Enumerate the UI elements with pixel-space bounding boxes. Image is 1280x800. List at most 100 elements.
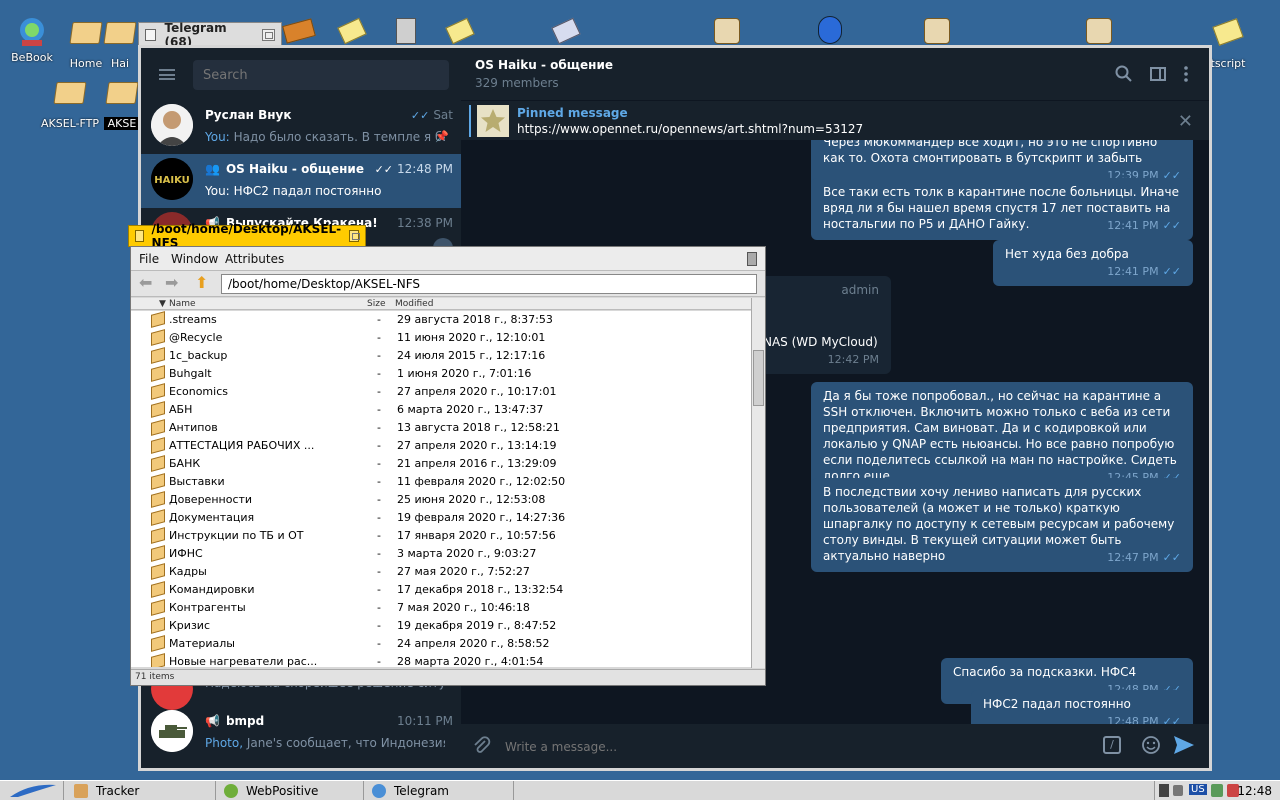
tray-app-icon[interactable] — [1211, 784, 1223, 797]
commands-icon[interactable]: / — [1103, 736, 1121, 754]
message-text: NAS (WD MyCloud) — [763, 335, 878, 349]
sidebar-toggle-icon[interactable] — [1149, 65, 1167, 83]
desktop-icon-haiku[interactable]: Hai — [100, 16, 140, 70]
menu-attributes[interactable]: Attributes — [225, 252, 284, 266]
group-icon: 👥 — [205, 162, 220, 176]
message-time: 12:41 PM ✓✓ — [1107, 219, 1181, 232]
message-time: 12:47 PM ✓✓ — [1107, 551, 1181, 564]
column-name[interactable]: Name — [169, 299, 196, 309]
telegram-window-tab[interactable]: Telegram (68) — [138, 21, 282, 49]
zoom-window-button[interactable] — [261, 28, 275, 41]
sender-role: admin — [841, 283, 879, 297]
task-telegram[interactable]: Telegram — [364, 781, 514, 800]
desktop-icon-server[interactable] — [396, 18, 416, 44]
file-row[interactable]: Антипов -13 августа 2018 г., 12:58:21 — [131, 419, 751, 437]
file-row[interactable]: АТТЕСТАЦИЯ РАБОЧИХ ... -27 апреля 2020 г.… — [131, 437, 751, 455]
task-webpositive[interactable]: WebPositive — [216, 781, 364, 800]
desktop-icon-label: Hai — [110, 57, 130, 70]
desktop-icon-app[interactable] — [924, 18, 950, 44]
column-size[interactable]: Size — [367, 299, 385, 309]
desktop-icon-aksel-nfs[interactable]: AKSE — [104, 76, 140, 130]
menu-window[interactable]: Window — [171, 252, 218, 266]
send-icon[interactable] — [1173, 735, 1195, 758]
chat-item[interactable]: Руслан Внук ✓✓ Sat You: Надо было сказать… — [141, 100, 461, 154]
file-row[interactable]: АБН -6 марта 2020 г., 13:47:37 — [131, 401, 751, 419]
desktop-icon-note[interactable] — [445, 17, 475, 45]
message-bubble: Да я бы тоже попробовал., но сейчас на к… — [811, 382, 1193, 492]
file-row[interactable]: Economics -27 апреля 2020 г., 10:17:01 — [131, 383, 751, 401]
more-menu-icon[interactable] — [1177, 65, 1195, 83]
forward-arrow-icon[interactable]: ➡ — [165, 273, 178, 292]
search-input[interactable] — [193, 60, 449, 90]
file-row[interactable]: Выставки -11 февраля 2020 г., 12:02:50 — [131, 473, 751, 491]
pinned-message-bar[interactable]: Pinned message https://www.opennet.ru/op… — [461, 100, 1209, 140]
pinned-text: https://www.opennet.ru/opennews/art.shtm… — [517, 122, 864, 136]
tracker-window-tab[interactable]: /boot/home/Desktop/AKSEL-NFS — [128, 222, 366, 250]
haiku-leaf-menu-icon[interactable] — [0, 781, 64, 800]
file-row[interactable]: Buhgalt -1 июня 2020 г., 7:01:16 — [131, 365, 751, 383]
desktop-icon-bootscript[interactable]: tscript — [1208, 16, 1248, 70]
file-row[interactable]: ИФНС -3 марта 2020 г., 9:03:27 — [131, 545, 751, 563]
file-row[interactable]: Командировки -17 декабря 2018 г., 13:32:5… — [131, 581, 751, 599]
chat-header: OS Haiku - общение 329 members — [461, 48, 1209, 100]
vertical-scrollbar[interactable] — [751, 298, 765, 668]
desktop-icon-label: AKSEL-FTP — [40, 117, 100, 130]
desktop-icon-aksel-ftp[interactable]: AKSEL-FTP — [38, 76, 102, 130]
chat-preview: Photo, Jane's сообщает, что Индонезия за… — [205, 736, 445, 750]
zoom-window-button[interactable] — [349, 230, 360, 242]
chat-title[interactable]: OS Haiku - общение — [475, 58, 613, 72]
chat-item[interactable]: 📢 bmpd 10:11 PM Photo, Jane's сообщает, ч… — [141, 706, 461, 760]
column-headers: ▼ Name Size Modified — [131, 298, 751, 310]
up-arrow-icon[interactable]: ⬆ — [195, 273, 208, 292]
attach-icon[interactable] — [471, 735, 491, 758]
desktop-icon-disk[interactable] — [551, 17, 581, 45]
close-window-button[interactable] — [145, 28, 157, 41]
file-row[interactable]: @Recycle -11 июня 2020 г., 12:10:01 — [131, 329, 751, 347]
message-input[interactable] — [505, 737, 1065, 757]
file-row[interactable]: БАНК -21 апреля 2016 г., 13:29:09 — [131, 455, 751, 473]
column-modified[interactable]: Modified — [395, 299, 433, 309]
menu-file[interactable]: File — [139, 252, 159, 266]
file-row[interactable]: Документация -19 февраля 2020 г., 14:27:3… — [131, 509, 751, 527]
keyboard-layout[interactable]: US — [1189, 784, 1207, 795]
message-text: Да я бы тоже попробовал., но сейчас на к… — [823, 389, 1177, 483]
desktop-icon-book[interactable] — [282, 18, 316, 44]
folder-icon — [53, 82, 87, 114]
close-window-button[interactable] — [135, 230, 144, 242]
task-label: WebPositive — [246, 784, 319, 798]
file-row[interactable]: 1c_backup -24 июля 2015 г., 12:17:16 — [131, 347, 751, 365]
task-label: Telegram — [394, 784, 449, 798]
file-row[interactable]: .streams -29 августа 2018 г., 8:37:53 — [131, 311, 751, 329]
path-field[interactable]: /boot/home/Desktop/AKSEL-NFS — [221, 274, 757, 294]
search-icon[interactable] — [1115, 65, 1133, 83]
chat-item[interactable]: HAIKU 👥 OS Haiku - общение ✓✓ 12:48 PM You… — [141, 154, 461, 208]
desktop-icon-note[interactable] — [337, 17, 367, 45]
desktop-icon-app[interactable] — [714, 18, 740, 44]
scrollbar-thumb[interactable] — [753, 350, 764, 406]
desktop-icon-app[interactable] — [818, 16, 842, 44]
folder-icon — [151, 329, 165, 346]
folder-icon — [105, 82, 139, 114]
back-arrow-icon[interactable]: ⬅ — [139, 273, 152, 292]
file-row[interactable]: Контрагенты -7 мая 2020 г., 10:46:18 — [131, 599, 751, 617]
network-icon[interactable] — [1159, 784, 1169, 797]
folder-icon — [151, 383, 165, 400]
desktop-icon-app[interactable] — [1086, 18, 1112, 44]
tracker-window: File Window Attributes ⬅ ➡ ⬆ /boot/home/… — [130, 246, 766, 686]
file-row[interactable]: Кризис -19 декабря 2019 г., 8:47:52 — [131, 617, 751, 635]
hamburger-menu-icon[interactable] — [159, 69, 175, 80]
folder-icon — [151, 473, 165, 490]
file-row[interactable]: Материалы -24 апреля 2020 г., 8:58:52 — [131, 635, 751, 653]
clock[interactable]: 12:48 — [1237, 784, 1272, 798]
message-time: 12:42 PM — [827, 353, 879, 366]
volume-icon[interactable] — [1173, 785, 1183, 796]
folder-icon — [151, 311, 165, 328]
file-row[interactable]: Новые нагреватели рас... -28 марта 2020 г… — [131, 653, 751, 667]
task-tracker[interactable]: Tracker — [66, 781, 216, 800]
folder-icon — [151, 653, 165, 667]
emoji-icon[interactable] — [1141, 735, 1161, 758]
file-row[interactable]: Доверенности -25 июня 2020 г., 12:53:08 — [131, 491, 751, 509]
file-row[interactable]: Инструкции по ТБ и ОТ -17 января 2020 г.,… — [131, 527, 751, 545]
file-row[interactable]: Кадры -27 мая 2020 г., 7:52:27 — [131, 563, 751, 581]
close-icon[interactable]: ✕ — [1178, 111, 1193, 132]
